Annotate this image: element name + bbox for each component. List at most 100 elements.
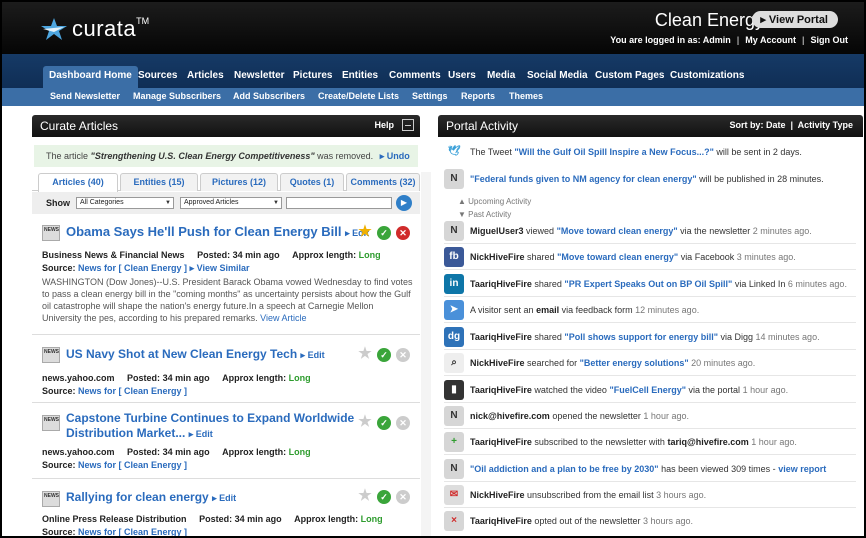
search-input[interactable] [286,197,392,209]
edit-link[interactable]: ▸ Edit [301,350,325,360]
logo-text: curata [72,16,137,41]
past-activity-toggle[interactable]: ▼ Past Activity [458,210,511,219]
activity-user[interactable]: NickHiveFire [470,358,525,368]
approve-icon[interactable]: ✓ [377,226,391,240]
status-select[interactable]: Approved Articles [180,197,282,209]
activity-action: subscribed to the newsletter with [534,437,665,447]
nav-articles[interactable]: Articles [181,66,230,88]
activity-link[interactable]: "Oil addiction and a plan to be free by … [470,464,659,474]
minimize-icon[interactable] [402,119,414,131]
sign-out-link[interactable]: Sign Out [811,35,849,45]
news-icon: N [444,221,464,241]
tab-quotes[interactable]: Quotes (1) [280,173,344,191]
nav-pictures[interactable]: Pictures [287,66,338,88]
reject-icon[interactable]: ✕ [396,348,410,362]
article-title[interactable]: Rallying for clean energy [66,490,209,504]
star-icon[interactable]: ★ [358,346,372,361]
star-icon[interactable]: ★ [358,488,372,503]
nav-social-media[interactable]: Social Media [521,66,594,88]
sub-nav: Send Newsletter Manage Subscribers Add S… [2,88,864,106]
length-value: Long [358,250,381,260]
nav-comments[interactable]: Comments [383,66,447,88]
subnav-themes[interactable]: Themes [509,91,543,101]
reject-icon[interactable]: ✕ [396,226,410,240]
source-link[interactable]: News for [ Clean Energy ] [78,386,187,396]
article-title-cont[interactable]: Distribution Market... [66,426,185,440]
activity-user[interactable]: NickHiveFire [470,490,525,500]
nav-custom-pages[interactable]: Custom Pages [589,66,670,88]
view-article-link[interactable]: View Article [260,313,306,323]
activity-text: NickHiveFire unsubscribed from the email… [470,490,706,500]
activity-user[interactable]: TaariqHiveFire [470,279,532,289]
reject-icon[interactable]: ✕ [396,490,410,504]
source-link[interactable]: News for [ Clean Energy ] [78,263,187,273]
activity-link[interactable]: "Better energy solutions" [580,358,689,368]
activity-user[interactable]: TaariqHiveFire [470,437,532,447]
reject-icon[interactable]: ✕ [396,416,410,430]
activity-user[interactable]: nick@hivefire.com [470,411,550,421]
tab-pictures[interactable]: Pictures (12) [200,173,278,191]
activity-link[interactable]: "Federal funds given to NM agency for cl… [470,174,697,184]
undo-link[interactable]: ▸ Undo [380,151,410,161]
activity-user[interactable]: TaariqHiveFire [470,385,532,395]
tab-articles[interactable]: Articles (40) [38,173,118,192]
activity-user[interactable]: TaariqHiveFire [470,516,532,526]
sort-controls: Sort by: Date | Activity Type [729,120,853,130]
activity-link[interactable]: "Move toward clean energy" [557,252,678,262]
nav-entities[interactable]: Entities [336,66,384,88]
article-item: NEWS Capstone Turbine Continues to Expan… [32,405,420,479]
view-portal-button[interactable]: ▸ View Portal [752,11,838,28]
activity-user[interactable]: NickHiveFire [470,252,525,262]
approve-icon[interactable]: ✓ [377,348,391,362]
source-link[interactable]: News for [ Clean Energy ] [78,460,187,470]
nav-media[interactable]: Media [481,66,521,88]
approve-icon[interactable]: ✓ [377,416,391,430]
scrollbar[interactable] [421,172,431,536]
subnav-create-delete-lists[interactable]: Create/Delete Lists [318,91,399,101]
activity-action: viewed [526,226,555,236]
nav-newsletter[interactable]: Newsletter [228,66,291,88]
source-label: Source: [42,527,76,536]
view-similar-link[interactable]: ▸ View Similar [190,263,250,273]
subnav-add-subscribers[interactable]: Add Subscribers [233,91,305,101]
view-report-link[interactable]: view report [778,464,826,474]
nav-dashboard-home[interactable]: Dashboard Home [43,66,138,88]
activity-link[interactable]: "Will the Gulf Oil Spill Inspire a New F… [514,147,713,157]
star-icon[interactable]: ★ [358,414,372,429]
subnav-reports[interactable]: Reports [461,91,495,101]
subnav-manage-subscribers[interactable]: Manage Subscribers [133,91,221,101]
activity-user[interactable]: TaariqHiveFire [470,332,532,342]
nav-sources[interactable]: Sources [132,66,183,88]
activity-link[interactable]: "Move toward clean energy" [557,226,678,236]
article-title[interactable]: US Navy Shot at New Clean Energy Tech [66,347,297,361]
activity-link[interactable]: "Poll shows support for energy bill" [564,332,718,342]
article-title[interactable]: Capstone Turbine Continues to Expand Wor… [66,411,354,426]
curata-logo[interactable]: curata TM [40,16,149,42]
article-title[interactable]: Obama Says He'll Push for Clean Energy B… [66,224,341,239]
logged-in-text: You are logged in as: Admin [610,35,731,45]
sort-by-date[interactable]: Sort by: Date [729,120,785,130]
activity-link[interactable]: "PR Expert Speaks Out on BP Oil Spill" [564,279,732,289]
category-select[interactable]: All Categories [76,197,174,209]
star-icon[interactable]: ★ [358,224,372,239]
upcoming-activity-toggle[interactable]: ▲ Upcoming Activity [458,197,531,206]
activity-user[interactable]: MiguelUser3 [470,226,524,236]
nav-customizations[interactable]: Customizations [664,66,750,88]
tab-entities[interactable]: Entities (15) [120,173,198,191]
subnav-send-newsletter[interactable]: Send Newsletter [50,91,120,101]
nav-users[interactable]: Users [442,66,482,88]
news-icon: N [444,406,464,426]
my-account-link[interactable]: My Account [745,35,796,45]
help-link[interactable]: Help [374,120,394,130]
subnav-settings[interactable]: Settings [412,91,448,101]
activity-text: "Federal funds given to NM agency for cl… [470,174,824,184]
go-button[interactable]: ▶ [396,195,412,211]
tab-comments[interactable]: Comments (32) [346,173,420,191]
approve-icon[interactable]: ✓ [377,490,391,504]
source-link[interactable]: News for [ Clean Energy ] [78,527,187,536]
edit-link[interactable]: ▸ Edit [189,429,213,439]
activity-link[interactable]: "FuelCell Energy" [609,385,686,395]
article-title-row: Rallying for clean energy ▸ Edit [66,490,236,504]
edit-link[interactable]: ▸ Edit [212,493,236,503]
sort-by-activity-type[interactable]: Activity Type [798,120,853,130]
